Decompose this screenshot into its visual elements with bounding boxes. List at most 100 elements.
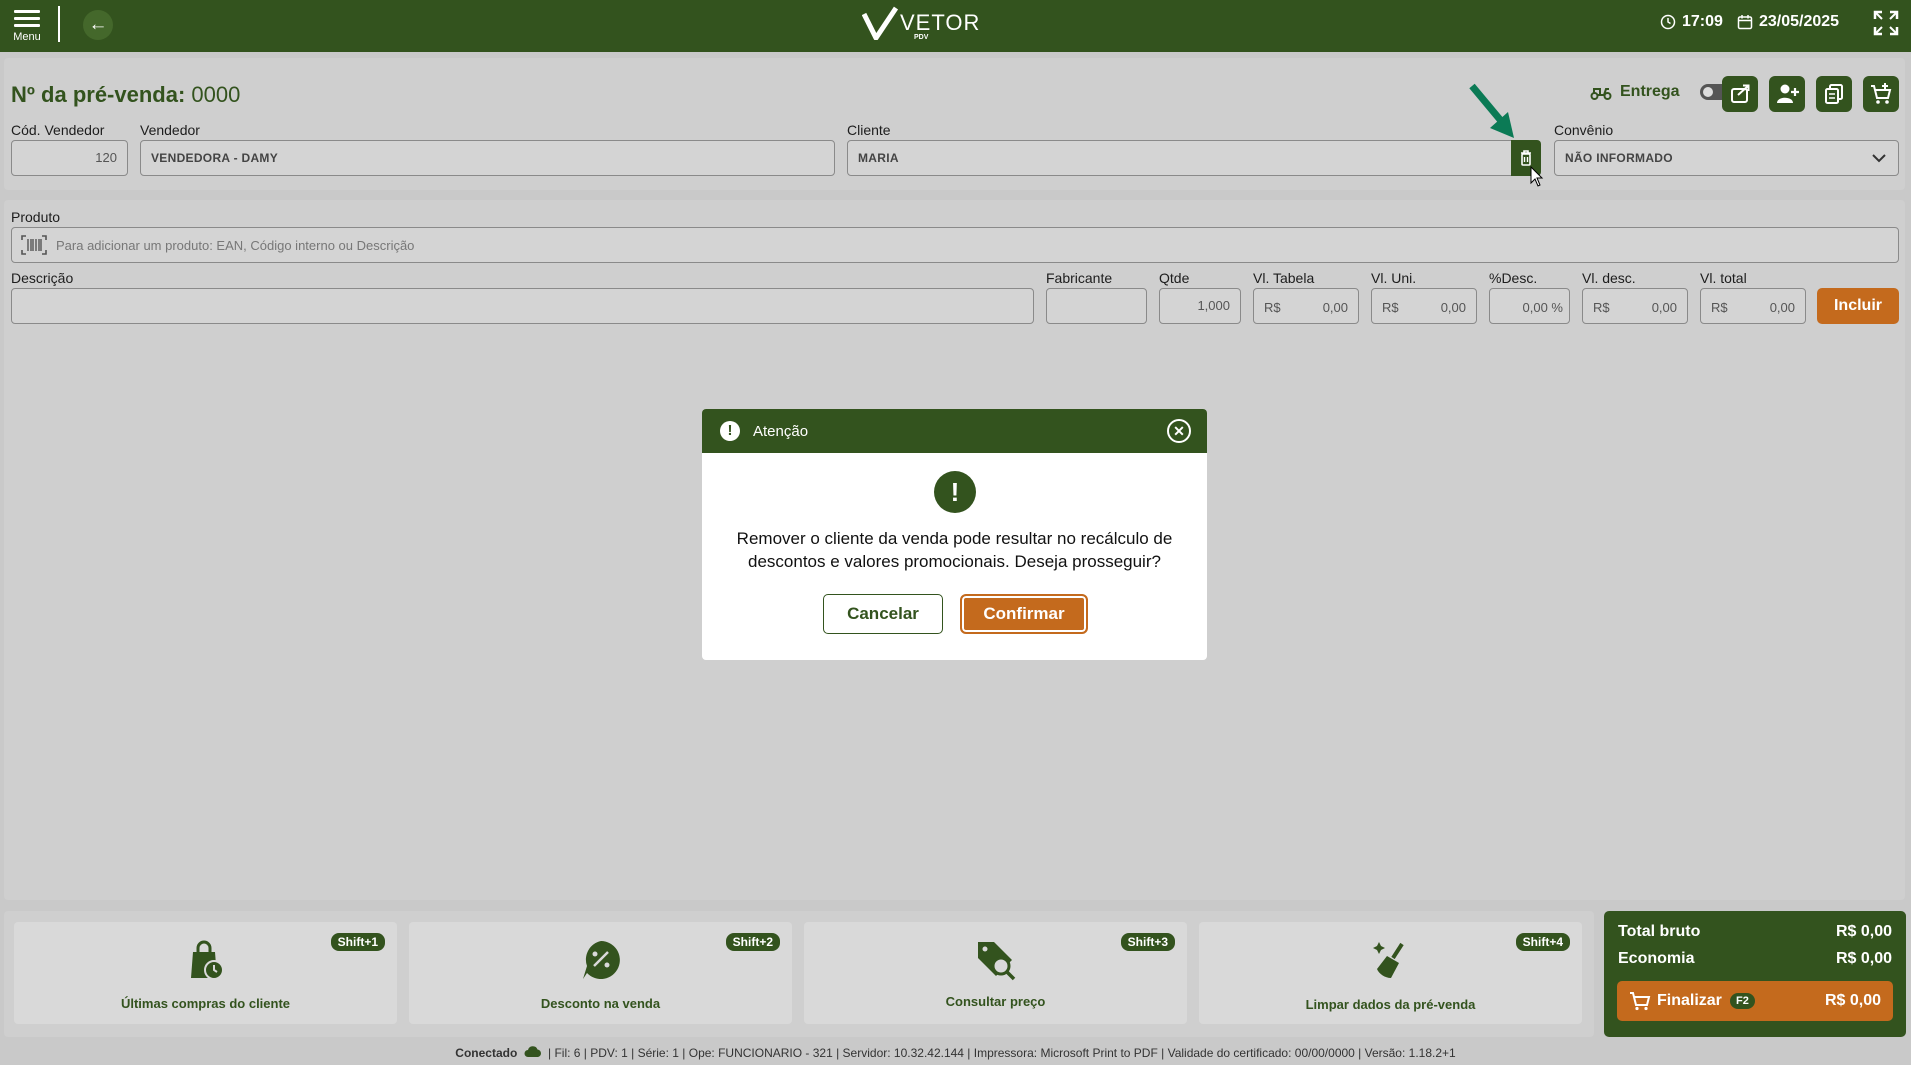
- vl-total-input[interactable]: R$ 0,00: [1700, 288, 1806, 324]
- entrega-toggle-group: Entrega: [1590, 83, 1730, 101]
- back-arrow-icon[interactable]: ←: [83, 10, 113, 40]
- status-details: | Fil: 6 | PDV: 1 | Série: 1 | Ope: FUNC…: [548, 1046, 1456, 1060]
- vl-uni-input[interactable]: R$ 0,00: [1371, 288, 1477, 324]
- currency-symbol: R$: [1593, 300, 1610, 315]
- cancel-button[interactable]: Cancelar: [823, 594, 943, 634]
- add-user-icon: [1777, 84, 1799, 103]
- connection-status: Conectado: [455, 1046, 518, 1060]
- action-card-ultimas-compras[interactable]: Shift+1 Últimas compras do cliente: [14, 922, 397, 1024]
- divider: [58, 6, 60, 42]
- vl-uni-value: 0,00: [1440, 300, 1466, 315]
- cliente-label: Cliente: [847, 122, 891, 138]
- action-label: Limpar dados da pré-venda: [1305, 997, 1476, 1012]
- add-client-button[interactable]: [1769, 76, 1805, 112]
- confirm-button[interactable]: Confirmar: [960, 594, 1088, 634]
- menu-label: Menu: [13, 31, 41, 43]
- qtde-value: 1,000: [1197, 298, 1230, 313]
- cod-vendedor-value: 120: [95, 150, 117, 165]
- qtde-label: Qtde: [1159, 270, 1190, 286]
- fullscreen-icon[interactable]: [1873, 10, 1899, 36]
- entrega-label: Entrega: [1620, 83, 1680, 100]
- shortcut-badge: Shift+3: [1120, 933, 1175, 951]
- alert-icon: !: [720, 421, 740, 441]
- cod-vendedor-input[interactable]: 120: [11, 140, 128, 176]
- fabricante-input[interactable]: [1046, 288, 1147, 324]
- share-button[interactable]: [1722, 76, 1758, 112]
- action-card-desconto[interactable]: Shift+2 Desconto na venda: [409, 922, 792, 1024]
- clock-time: 17:09: [1682, 13, 1723, 30]
- vl-total-label: Vl. total: [1700, 270, 1747, 286]
- action-card-limpar[interactable]: Shift+4 Limpar dados da pré-venda: [1199, 922, 1582, 1024]
- finalizar-value: R$ 0,00: [1824, 992, 1881, 1009]
- menu-button[interactable]: Menu: [10, 6, 44, 46]
- vendedor-value: VENDEDORA - DAMY: [151, 151, 279, 165]
- title-value: 0000: [191, 82, 241, 107]
- produto-label: Produto: [11, 209, 61, 225]
- vl-desc-input[interactable]: R$ 0,00: [1582, 288, 1688, 324]
- cloud-icon: [524, 1046, 541, 1057]
- shortcut-badge: Shift+2: [725, 933, 780, 951]
- qtde-input[interactable]: 1,000: [1159, 288, 1241, 324]
- shopping-bag-clock-icon: [190, 940, 224, 980]
- cart-icon: [1630, 992, 1651, 1011]
- desc-pct-input[interactable]: 0,00 %: [1489, 288, 1570, 324]
- action-label: Últimas compras do cliente: [120, 996, 291, 1011]
- cliente-value: MARIA: [858, 151, 899, 165]
- fabricante-label: Fabricante: [1046, 270, 1113, 286]
- cart-add-button[interactable]: [1863, 76, 1899, 112]
- totals-panel: Total bruto R$ 0,00 Economia R$ 0,00 Fin…: [1604, 911, 1906, 1037]
- barcode-icon: [21, 235, 47, 255]
- descricao-label: Descrição: [11, 270, 74, 286]
- dialog-message: Remover o cliente da venda pode resultar…: [736, 529, 1173, 571]
- currency-symbol: R$: [1382, 300, 1399, 315]
- descricao-input[interactable]: [11, 288, 1034, 324]
- shortcut-badge: Shift+4: [1515, 933, 1570, 951]
- convenio-value: NÃO INFORMADO: [1565, 151, 1673, 165]
- economia-label: Economia: [1618, 950, 1695, 967]
- cliente-input[interactable]: MARIA: [847, 140, 1514, 176]
- total-bruto-value: R$ 0,00: [1835, 923, 1892, 940]
- hamburger-icon: [14, 10, 40, 27]
- page-title: Nº da pré-venda: 0000: [11, 82, 240, 108]
- mouse-cursor-icon: [1530, 166, 1544, 187]
- copy-button[interactable]: [1816, 76, 1852, 112]
- chevron-down-icon: [1872, 154, 1886, 163]
- vl-uni-label: Vl. Uni.: [1371, 270, 1417, 286]
- date: 23/05/2025: [1737, 13, 1839, 31]
- dialog-title: Atenção: [753, 423, 809, 440]
- vl-desc-value: 0,00: [1651, 300, 1677, 315]
- calendar-icon: [1737, 15, 1753, 30]
- clock-icon: [1660, 14, 1676, 30]
- price-search-icon: [977, 942, 1015, 981]
- attention-dialog: ! Atenção ✕ ! Remover o cliente da venda…: [702, 409, 1207, 660]
- desc-pct-value: 0,00 %: [1522, 300, 1563, 315]
- finalizar-shortcut: F2: [1730, 993, 1755, 1009]
- vetor-logo-icon: [862, 6, 898, 40]
- convenio-select[interactable]: NÃO INFORMADO: [1554, 140, 1899, 176]
- vl-tabela-value: 0,00: [1322, 300, 1348, 315]
- copy-icon: [1825, 84, 1843, 104]
- vl-tabela-label: Vl. Tabela: [1253, 270, 1315, 286]
- cod-vendedor-label: Cód. Vendedor: [11, 122, 105, 138]
- cart-add-icon: [1871, 83, 1892, 104]
- logo-name: VETOR: [900, 10, 981, 35]
- logo-sub: PDV: [914, 34, 929, 41]
- status-bar: Conectado | Fil: 6 | PDV: 1 | Série: 1 |…: [0, 1046, 1911, 1060]
- title-label: Nº da pré-venda:: [11, 82, 186, 107]
- clock: 17:09: [1660, 13, 1723, 31]
- delivery-scooter-icon: [1590, 88, 1612, 100]
- action-card-consultar-preco[interactable]: Shift+3 Consultar preço: [804, 922, 1187, 1024]
- vendedor-input[interactable]: VENDEDORA - DAMY: [140, 140, 835, 176]
- incluir-button[interactable]: Incluir: [1817, 288, 1899, 324]
- finalizar-button[interactable]: Finalizar F2 R$ 0,00: [1617, 981, 1893, 1021]
- discount-tag-icon: [582, 941, 620, 979]
- share-icon: [1731, 84, 1750, 103]
- product-search-input[interactable]: Para adicionar um produto: EAN, Código i…: [11, 227, 1899, 263]
- close-icon[interactable]: ✕: [1167, 419, 1191, 443]
- vl-tabela-input[interactable]: R$ 0,00: [1253, 288, 1359, 324]
- vendedor-label: Vendedor: [140, 122, 200, 138]
- exclamation-icon: !: [934, 471, 976, 513]
- action-label: Consultar preço: [945, 994, 1046, 1009]
- economia-row: Economia R$ 0,00: [1618, 950, 1892, 968]
- date-value: 23/05/2025: [1759, 13, 1840, 30]
